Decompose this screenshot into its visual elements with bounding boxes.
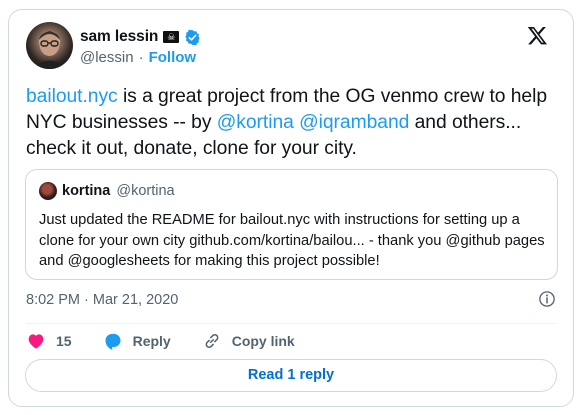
pirate-flag-icon: ☠: [163, 31, 180, 43]
copy-link-label: Copy link: [231, 333, 295, 349]
reply-bubble-icon[interactable]: [103, 331, 123, 351]
author-name[interactable]: sam lessin: [80, 28, 158, 46]
quoted-author-name: kortina: [62, 183, 111, 199]
tweet-link-bailout[interactable]: bailout.nyc: [26, 86, 118, 107]
quoted-author-avatar: [39, 182, 57, 200]
author-handle[interactable]: @lessin: [80, 49, 134, 66]
divider: [26, 323, 556, 324]
mention-kortina[interactable]: @kortina: [217, 112, 294, 133]
tweet-text: bailout.nyc is a great project from the …: [26, 84, 556, 162]
author-avatar[interactable]: [26, 22, 73, 69]
verified-badge-icon: [185, 29, 200, 45]
quoted-tweet-text: Just updated the README for bailout.nyc …: [39, 212, 545, 269]
author-block: sam lessin ☠ @lessin · Follow: [80, 27, 201, 66]
copy-link-icon[interactable]: [202, 331, 222, 351]
like-count: 15: [56, 333, 72, 349]
mention-iqramband[interactable]: @iqramband: [299, 112, 409, 133]
follow-button[interactable]: Follow: [149, 49, 197, 66]
heart-icon[interactable]: [26, 331, 46, 351]
tweet-timestamp[interactable]: 8:02 PM · Mar 21, 2020: [26, 292, 178, 308]
read-replies-button[interactable]: Read 1 reply: [25, 359, 557, 392]
avatar-portrait-icon: [32, 31, 67, 69]
like-action[interactable]: 15: [26, 331, 72, 351]
action-bar: 15 Reply Copy link: [26, 330, 326, 352]
reply-action[interactable]: Reply: [103, 331, 171, 351]
quoted-author-handle: @kortina: [116, 183, 175, 199]
x-logo-icon[interactable]: [527, 25, 548, 46]
info-icon[interactable]: [538, 290, 556, 308]
tweet-card: sam lessin ☠ @lessin · Follow bailout.ny…: [8, 9, 574, 407]
separator-dot: ·: [138, 49, 144, 66]
reply-label: Reply: [132, 333, 171, 349]
copy-link-action[interactable]: Copy link: [202, 331, 295, 351]
quoted-tweet[interactable]: kortina @kortina Just updated the README…: [25, 169, 558, 280]
